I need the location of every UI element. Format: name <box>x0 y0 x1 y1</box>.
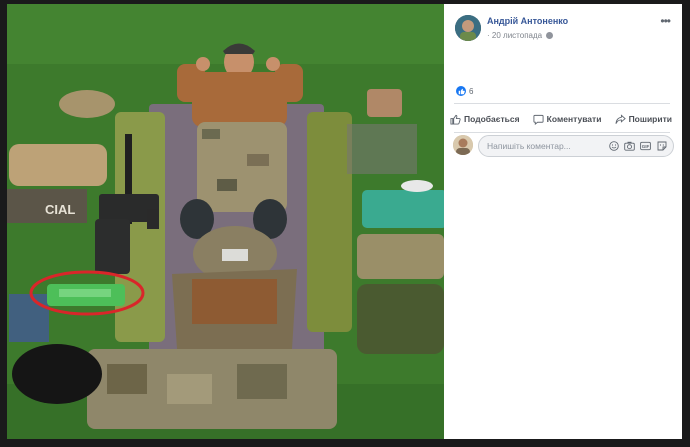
olive-bag <box>357 284 444 354</box>
comment-tools: GIF <box>608 140 667 151</box>
comment-icon <box>533 114 544 125</box>
more-options-button[interactable]: ••• <box>660 14 671 28</box>
post-date: · 20 листопада <box>487 31 554 40</box>
tools <box>347 124 417 174</box>
sticker-icon[interactable] <box>656 140 667 151</box>
author-name[interactable]: Андрій Антоненко <box>487 16 568 26</box>
share-label: Поширити <box>628 114 672 124</box>
svg-text:GIF: GIF <box>642 144 650 149</box>
comment-label: Коментувати <box>546 114 602 124</box>
comment-button[interactable]: Коментувати <box>533 108 602 130</box>
post-photo[interactable]: CIAL <box>7 4 444 439</box>
thumbs-up-icon <box>450 114 461 125</box>
camo-bag-right <box>357 234 444 279</box>
post-actions: Подобається Коментувати Поширити <box>450 108 672 130</box>
divider <box>454 132 670 133</box>
globe-icon <box>546 32 554 39</box>
man-jacket <box>192 72 287 127</box>
patch-text: CIAL <box>45 202 75 217</box>
post-date-text[interactable]: 20 листопада <box>492 31 542 40</box>
like-label: Подобається <box>464 114 520 124</box>
comment-input[interactable] <box>487 136 597 156</box>
like-button[interactable]: Подобається <box>450 108 520 130</box>
sneakers <box>12 344 102 404</box>
author-avatar[interactable] <box>455 15 481 41</box>
emoji-icon[interactable] <box>608 140 619 151</box>
divider <box>454 103 670 104</box>
teal-bag <box>362 190 444 228</box>
reactions-count: 6 <box>469 86 474 96</box>
share-icon <box>615 113 626 124</box>
backpack-top-left <box>59 90 115 118</box>
date-separator: · <box>487 31 490 40</box>
post-side-panel: Андрій Антоненко · 20 листопада ••• 6 По… <box>444 4 682 439</box>
camo-roll-right <box>307 112 352 332</box>
share-button[interactable]: Поширити <box>615 108 672 130</box>
commenter-avatar[interactable] <box>453 135 473 155</box>
like-reaction-icon <box>456 86 466 96</box>
gif-icon[interactable]: GIF <box>640 140 651 151</box>
camera-icon[interactable] <box>624 140 635 151</box>
reactions-summary[interactable]: 6 <box>456 86 473 96</box>
comment-box: GIF <box>478 135 674 157</box>
jeans <box>9 294 49 342</box>
tan-bag <box>9 144 107 186</box>
